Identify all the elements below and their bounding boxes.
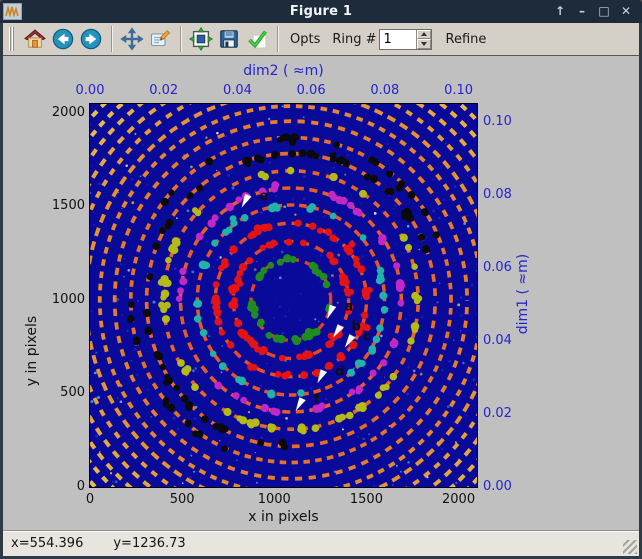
toolbar: Opts Ring # Refine [3, 23, 639, 56]
ring-annotation-letter: b [352, 320, 361, 335]
y-tick-label: 2000 [39, 105, 85, 120]
left-axis-label: y in pixels [24, 291, 40, 411]
fit-window-button[interactable] [187, 25, 215, 53]
y-tick-label: 1000 [39, 292, 85, 307]
toolbar-separator [111, 26, 112, 52]
x-tick-label: 500 [154, 492, 210, 507]
edit-note-icon [148, 27, 172, 51]
toolbar-grip[interactable] [9, 27, 15, 51]
save-button[interactable] [215, 25, 243, 53]
ring-annotation-letter: f [314, 392, 320, 407]
edit-button[interactable] [146, 25, 174, 53]
resize-grip[interactable] [623, 540, 637, 554]
ring-number-label: Ring # [326, 32, 378, 47]
x-tick-label: 1000 [246, 492, 302, 507]
y-tick-label: 500 [39, 385, 85, 400]
plot-area[interactable]: abc d e f [90, 104, 477, 487]
ring-annotation-letter: c [363, 329, 371, 344]
dim1-tick-label: 0.06 [483, 260, 529, 275]
close-button[interactable]: ✕ [618, 0, 634, 23]
dim2-tick-label: 0.02 [136, 83, 192, 98]
forward-arrow-icon [79, 27, 103, 51]
apply-button[interactable] [243, 25, 271, 53]
cursor-x-readout: x=554.396 [11, 536, 83, 551]
y-tick-label: 1500 [39, 198, 85, 213]
toolbar-separator [180, 26, 181, 52]
ring-number-input[interactable] [380, 30, 416, 49]
x-tick-label: 0 [62, 492, 118, 507]
pan-button[interactable] [118, 25, 146, 53]
ring-annotation-letter: e [260, 189, 269, 204]
bottom-axis-label: x in pixels [90, 509, 477, 525]
dim1-tick-label: 0.00 [483, 479, 529, 494]
home-button[interactable] [21, 25, 49, 53]
dim1-tick-label: 0.02 [483, 406, 529, 421]
opts-button[interactable]: Opts [284, 32, 326, 47]
dim1-tick-label: 0.10 [483, 114, 529, 129]
dim2-tick-label: 0.04 [209, 83, 265, 98]
dim2-tick-label: 0.00 [62, 83, 118, 98]
y-tick-label: 0 [39, 479, 85, 494]
dim1-tick-label: 0.08 [483, 187, 529, 202]
minimize-button[interactable]: – [574, 0, 590, 23]
maximize-button[interactable]: □ [596, 0, 612, 23]
diffraction-image: abc d e f [90, 104, 477, 487]
spin-up-button[interactable] [417, 30, 431, 40]
dim2-tick-label: 0.08 [357, 83, 413, 98]
ring-annotation-letter: a [345, 299, 354, 314]
figure-canvas: dim2 ( ≈m) x in pixels y in pixels dim1 … [3, 56, 639, 530]
cursor-y-readout: y=1236.73 [113, 536, 185, 551]
home-icon [23, 27, 47, 51]
titlebar[interactable]: Figure 1 ↑ – □ ✕ [0, 0, 642, 23]
top-axis-label: dim2 ( ≈m) [90, 63, 477, 79]
figure-window: Figure 1 ↑ – □ ✕ [0, 0, 642, 559]
spin-down-button[interactable] [417, 39, 431, 49]
x-tick-label: 2000 [431, 492, 487, 507]
dim2-tick-label: 0.06 [283, 83, 339, 98]
dim2-tick-label: 0.10 [431, 83, 487, 98]
window-title: Figure 1 [0, 4, 642, 19]
back-button[interactable] [49, 25, 77, 53]
back-arrow-icon [51, 27, 75, 51]
pan-arrows-icon [120, 27, 144, 51]
ring-annotation-letter: d [335, 364, 344, 379]
checkmark-icon [245, 27, 269, 51]
dim1-tick-label: 0.04 [483, 333, 529, 348]
shade-button[interactable]: ↑ [552, 0, 568, 23]
forward-button[interactable] [77, 25, 105, 53]
ring-number-spinbox [379, 29, 432, 50]
fit-window-icon [189, 27, 213, 51]
refine-button[interactable]: Refine [440, 32, 493, 47]
statusbar: x=554.396 y=1236.73 [3, 530, 639, 556]
x-tick-label: 1500 [338, 492, 394, 507]
toolbar-separator [277, 26, 278, 52]
save-floppy-icon [217, 27, 241, 51]
